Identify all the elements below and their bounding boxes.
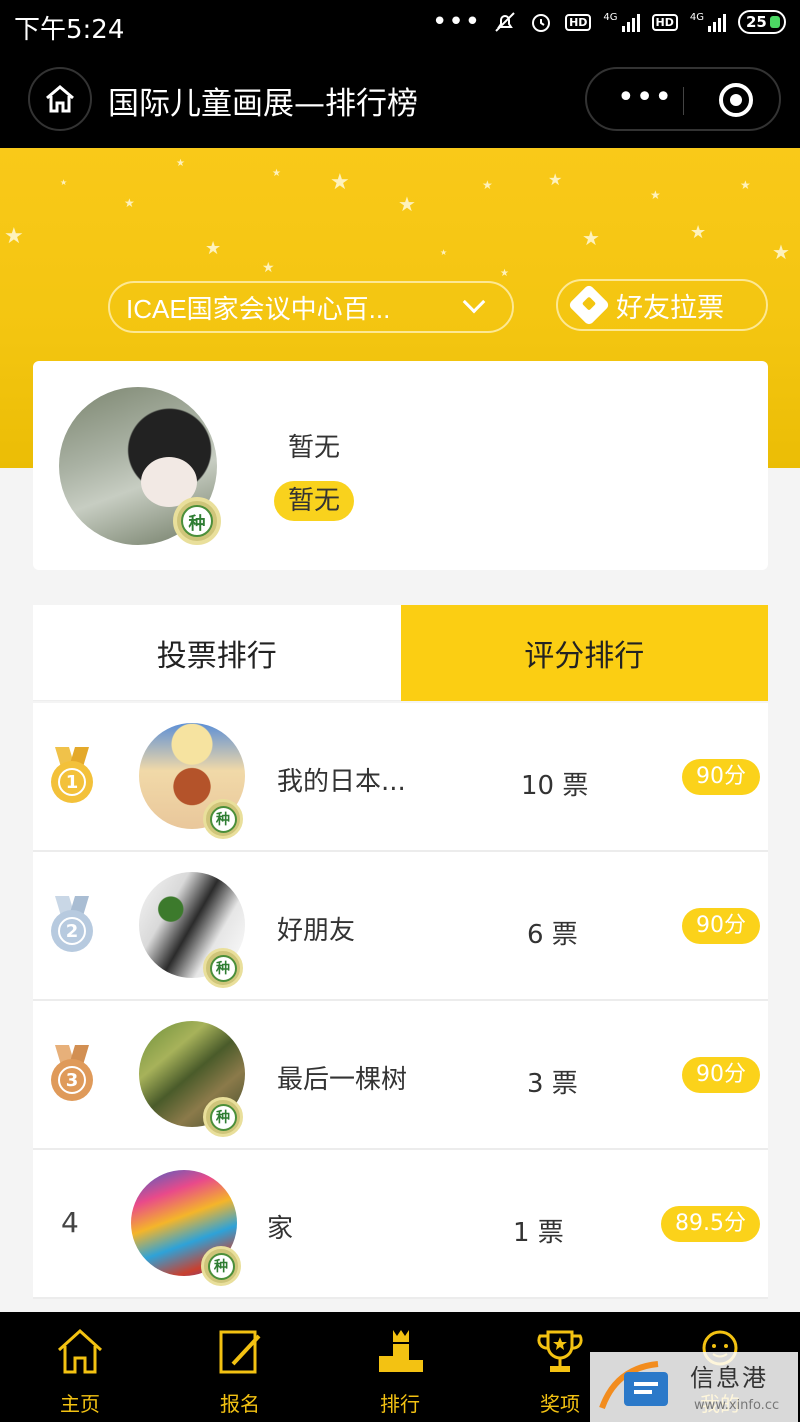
mute-bell-icon (495, 12, 515, 32)
status-icons: ••• HD 4G HD 4G 25 (432, 7, 786, 37)
watermark: 信息港 www.xinfo.cc (590, 1352, 798, 1422)
vote-count: 3 票 (527, 1069, 578, 1099)
star-icon: ★ (500, 268, 509, 279)
star-icon: ★ (772, 240, 790, 264)
list-item[interactable]: 2 种 好朋友 6 票 90分 (33, 852, 768, 1001)
star-icon: ★ (650, 188, 661, 202)
star-icon: ★ (482, 178, 493, 192)
work-title: 最后一棵树 (277, 1065, 408, 1095)
ranking-list: 1 种 我的日本... 10 票 90分 2 种 好朋友 6 票 90分 3 种… (33, 703, 768, 1299)
watermark-url: www.xinfo.cc (694, 1398, 780, 1413)
watermark-text: 信息港 (690, 1364, 768, 1392)
status-time: 下午5:24 (14, 15, 125, 45)
battery-icon: 25 (738, 10, 786, 34)
vote-count: 1 票 (513, 1218, 564, 1248)
star-icon: ★ (740, 178, 751, 192)
home-icon (46, 85, 74, 113)
score-badge: 90分 (682, 908, 760, 944)
event-select-value: ICAE国家会议中心百... (126, 293, 391, 324)
alarm-icon (532, 14, 551, 32)
list-item[interactable]: 1 种 我的日本... 10 票 90分 (33, 703, 768, 852)
score-badge: 89.5分 (661, 1206, 760, 1242)
signal-icon: 4G (603, 12, 640, 32)
podium-icon (379, 1330, 423, 1372)
nav-label: 报名 (220, 1392, 260, 1416)
edit-icon (219, 1330, 261, 1374)
bronze-medal-icon: 3 (49, 1045, 95, 1103)
signal-icon: 4G (690, 12, 726, 32)
profile-rank-tag: 暂无 (274, 481, 355, 521)
tab-score-ranking[interactable]: 评分排行 (400, 605, 768, 701)
star-icon: ★ (690, 222, 707, 243)
seed-badge-icon: 种 (203, 1097, 243, 1137)
star-icon: ★ (262, 260, 275, 276)
nav-signup[interactable]: 报名 (160, 1312, 320, 1422)
home-icon (57, 1328, 103, 1374)
capsule-divider (683, 87, 684, 115)
star-icon: ★ (176, 158, 185, 169)
vote-count: 6 票 (527, 920, 578, 950)
home-button[interactable] (28, 67, 92, 131)
more-dots-icon: ••• (432, 7, 482, 37)
hd-icon: HD (565, 13, 592, 31)
nav-label: 排行 (380, 1392, 420, 1416)
diamond-icon (567, 283, 611, 327)
seed-badge-icon: 种 (203, 948, 243, 988)
watermark-logo-icon (599, 1361, 668, 1410)
silver-medal-icon: 2 (49, 896, 95, 954)
nav-label: 主页 (60, 1392, 100, 1416)
invite-friends-button[interactable]: 好友拉票 (556, 279, 768, 331)
star-icon: ★ (398, 192, 416, 216)
mini-program-capsule: ••• (585, 67, 781, 131)
list-item[interactable]: 4 种 家 1 票 89.5分 (33, 1150, 768, 1299)
close-target-icon[interactable] (719, 83, 753, 117)
work-title: 好朋友 (277, 916, 356, 946)
invite-label: 好友拉票 (616, 292, 724, 324)
more-button[interactable]: ••• (617, 83, 673, 113)
chevron-down-icon (462, 290, 486, 314)
trophy-icon (537, 1330, 583, 1372)
list-item[interactable]: 3 种 最后一棵树 3 票 90分 (33, 1001, 768, 1150)
nav-home[interactable]: 主页 (0, 1312, 160, 1422)
title-bar: 国际儿童画展—排行榜 ••• (0, 50, 800, 148)
status-bar: 下午5:24 ••• HD 4G HD 4G 25 (0, 0, 800, 50)
page-title: 国际儿童画展—排行榜 (108, 86, 418, 122)
star-icon: ★ (272, 168, 281, 179)
rank-number: 4 (61, 1206, 79, 1239)
star-icon: ★ (4, 224, 24, 249)
star-icon: ★ (582, 226, 600, 250)
battery-level: 25 (746, 13, 767, 31)
star-icon: ★ (60, 178, 68, 187)
work-title: 我的日本... (277, 767, 406, 797)
star-icon: ★ (124, 196, 135, 210)
vote-count: 10 票 (521, 771, 589, 801)
ranking-tabs: 投票排行 评分排行 (33, 605, 768, 701)
tab-vote-ranking[interactable]: 投票排行 (33, 605, 401, 701)
nav-ranking[interactable]: 排行 (320, 1312, 480, 1422)
profile-name: 暂无 (288, 433, 341, 463)
work-title: 家 (267, 1214, 294, 1244)
star-icon: ★ (548, 170, 563, 189)
seed-badge-icon: 种 (173, 497, 221, 545)
seed-badge-icon: 种 (203, 799, 243, 839)
star-icon: ★ (205, 238, 222, 259)
score-badge: 90分 (682, 1057, 760, 1093)
score-badge: 90分 (682, 759, 760, 795)
star-icon: ★ (440, 248, 448, 257)
gold-medal-icon: 1 (49, 747, 95, 805)
profile-card: 种 暂无 暂无 (33, 361, 768, 570)
seed-badge-icon: 种 (201, 1246, 241, 1286)
hd-icon: HD (651, 13, 678, 31)
star-icon: ★ (330, 170, 350, 195)
event-select[interactable]: ICAE国家会议中心百... (108, 281, 514, 333)
